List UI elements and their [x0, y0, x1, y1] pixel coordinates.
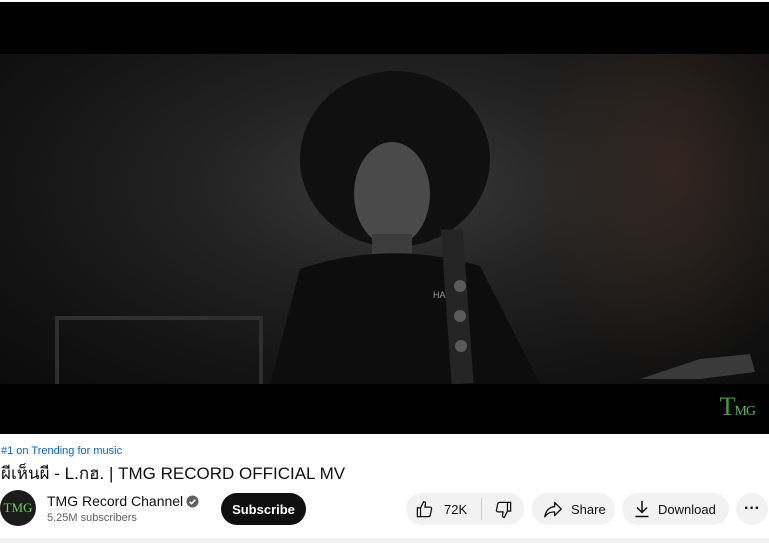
like-button[interactable]: 72K	[406, 493, 481, 525]
channel-avatar[interactable]: TMG	[0, 490, 36, 526]
download-label: Download	[658, 501, 716, 517]
download-button[interactable]: Download	[622, 493, 729, 525]
subscriber-count: 5.25M subscribers	[47, 512, 137, 524]
thumbs-down-icon	[494, 500, 513, 519]
channel-name[interactable]: TMG Record Channel	[47, 493, 183, 509]
svg-text:HA: HA	[433, 290, 446, 300]
description-box-edge	[0, 538, 769, 543]
more-actions-button[interactable]: ···	[736, 493, 768, 525]
more-icon: ···	[744, 500, 760, 517]
video-title: ผีเห็นผี - L.กฮ. | TMG RECORD OFFICIAL M…	[1, 464, 346, 483]
verified-icon	[186, 495, 199, 508]
trending-badge[interactable]: #1 on Trending for music	[1, 445, 122, 457]
channel-watermark: TMG	[719, 392, 756, 421]
thumbs-up-icon	[415, 500, 434, 519]
like-count: 72K	[444, 501, 468, 517]
like-dislike-group: 72K	[406, 493, 524, 525]
subscribe-button[interactable]: Subscribe	[221, 493, 306, 525]
video-frame[interactable]: HA	[0, 54, 769, 384]
share-button[interactable]: Share	[532, 493, 615, 525]
video-performer-figure: HA	[270, 71, 755, 384]
dislike-button[interactable]	[482, 493, 524, 525]
download-icon	[634, 500, 650, 518]
share-icon	[543, 500, 563, 518]
channel-row: TMG TMG Record Channel 5.25M subscribers…	[0, 490, 769, 530]
video-player[interactable]: HA TMG	[0, 2, 769, 434]
share-label: Share	[571, 501, 606, 517]
